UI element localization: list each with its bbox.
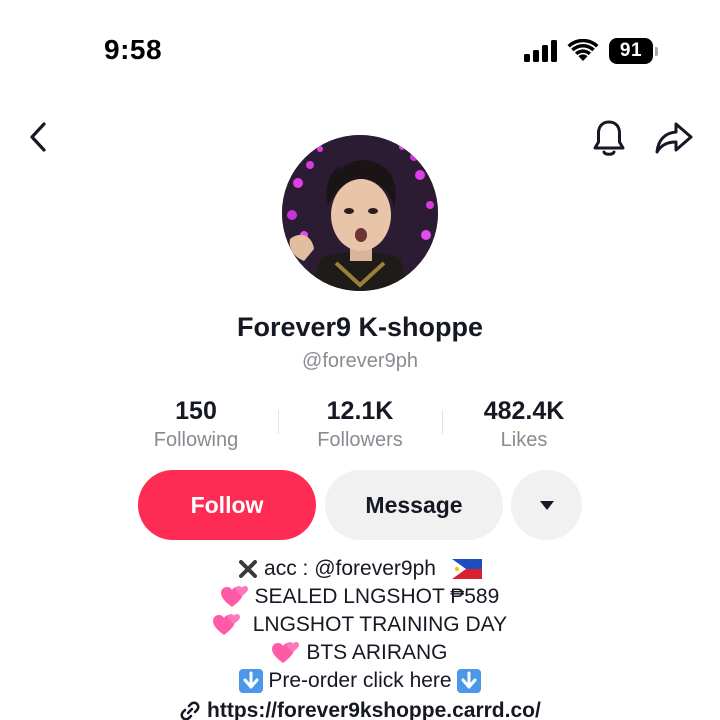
bio-line: BTS ARIRANG (0, 639, 720, 667)
stat-following-label: Following (153, 429, 239, 451)
more-options-button[interactable] (511, 470, 582, 540)
two-hearts-icon (272, 642, 300, 664)
message-button[interactable]: Message (325, 470, 503, 540)
stat-likes[interactable]: 482.4K Likes (444, 396, 604, 454)
two-hearts-icon (220, 586, 248, 608)
two-hearts-icon (212, 614, 240, 636)
bio-line: LNGSHOT TRAINING DAY (0, 611, 720, 639)
profile-photo (282, 135, 438, 291)
display-name: Forever9 K-shoppe (236, 312, 484, 342)
share-arrow-icon (655, 122, 693, 154)
bio-text: Pre-order click here (268, 669, 452, 692)
bio-line: SEALED LNGSHOT ₱589 (0, 583, 720, 611)
username: @forever9ph (302, 350, 418, 372)
bio-text: SEALED LNGSHOT ₱589 (254, 585, 500, 608)
bio-text: acc : @forever9ph (264, 557, 436, 580)
bio: acc : @forever9ph SEALED LNGSHOT ₱589 LN… (0, 555, 720, 695)
cellular-signal-icon (524, 40, 557, 62)
avatar[interactable] (282, 135, 438, 291)
battery-cap (655, 46, 658, 56)
bio-text: BTS ARIRANG (306, 641, 448, 664)
stat-followers-value: 12.1K (326, 397, 394, 425)
down-arrow-icon (238, 669, 263, 694)
stat-likes-value: 482.4K (483, 397, 565, 425)
battery-icon: 91 (609, 38, 658, 64)
stat-following-value: 150 (175, 397, 217, 425)
profile-screen: 9:58 91 Forever9 K-shoppe @forever9ph 15… (0, 0, 720, 720)
follow-button[interactable]: Follow (138, 470, 316, 540)
status-time: 9:58 (104, 34, 163, 65)
notifications-button[interactable] (589, 116, 629, 160)
bio-line: acc : @forever9ph (0, 555, 720, 583)
stat-following[interactable]: 150 Following (116, 396, 276, 454)
caret-down-icon (539, 501, 554, 510)
stat-followers[interactable]: 12.1K Followers (280, 396, 440, 454)
status-icons: 91 (524, 38, 658, 64)
bio-link[interactable]: https://forever9kshoppe.carrd.co/ (0, 697, 720, 720)
philippines-flag-icon (451, 559, 482, 580)
battery-level: 91 (609, 38, 653, 64)
bio-line: Pre-order click here (0, 667, 720, 695)
share-button[interactable] (652, 116, 696, 160)
down-arrow-icon (457, 669, 482, 694)
stat-followers-label: Followers (317, 429, 403, 451)
stat-divider (278, 410, 279, 434)
cross-mark-icon (239, 560, 258, 579)
bio-link-text[interactable]: https://forever9kshoppe.carrd.co/ (207, 699, 541, 720)
wifi-icon (567, 39, 599, 61)
bio-text: LNGSHOT TRAINING DAY (252, 613, 508, 636)
link-icon (180, 701, 200, 720)
back-button[interactable] (22, 117, 54, 157)
stat-likes-label: Likes (500, 429, 548, 451)
chevron-left-icon (30, 122, 46, 152)
stat-divider (442, 410, 443, 434)
bell-icon (593, 120, 625, 156)
